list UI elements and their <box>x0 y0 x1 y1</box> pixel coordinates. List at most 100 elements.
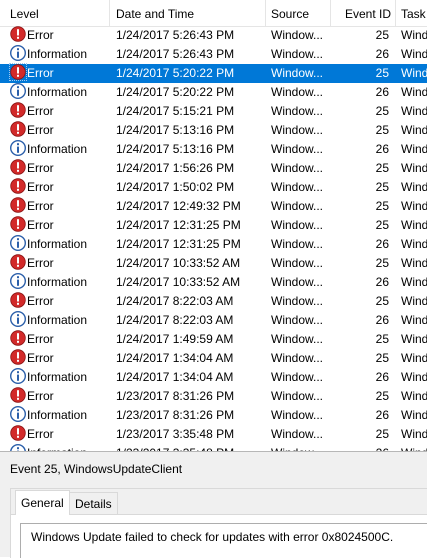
event-source: Window... <box>271 178 323 197</box>
event-level: Information <box>27 311 87 330</box>
event-source: Window... <box>271 83 323 102</box>
event-source: Window... <box>271 216 323 235</box>
tab-general[interactable]: General <box>15 490 70 515</box>
event-row[interactable]: Error1/24/2017 1:34:04 AMWindow...25Wind <box>0 349 427 368</box>
event-source: Window... <box>271 45 323 64</box>
event-level: Error <box>27 387 54 406</box>
event-date-time: 1/24/2017 5:20:22 PM <box>116 64 234 83</box>
event-id: 25 <box>340 64 389 83</box>
event-list[interactable]: Level Date and Time Source Event ID Task… <box>0 0 427 451</box>
event-row[interactable]: Error1/24/2017 5:15:21 PMWindow...25Wind <box>0 102 427 121</box>
tab-general-body: Windows Update failed to check for updat… <box>11 514 427 558</box>
column-header-source[interactable]: Source <box>271 0 309 26</box>
error-icon <box>10 254 26 270</box>
event-row[interactable]: Information1/23/2017 8:31:26 PMWindow...… <box>0 406 427 425</box>
event-source: Window... <box>271 330 323 349</box>
event-id: 26 <box>340 45 389 64</box>
event-id: 26 <box>340 273 389 292</box>
event-row[interactable]: Information1/24/2017 5:20:22 PMWindow...… <box>0 83 427 102</box>
event-source: Window... <box>271 292 323 311</box>
event-description-box[interactable]: Windows Update failed to check for updat… <box>20 523 427 558</box>
event-row[interactable]: Information1/23/2017 3:35:48 PMWindow...… <box>0 444 427 451</box>
column-header-event-id[interactable]: Event ID <box>345 0 391 26</box>
error-icon <box>10 197 26 213</box>
tab-details[interactable]: Details <box>69 492 118 515</box>
event-row[interactable]: Information1/24/2017 10:33:52 AMWindow..… <box>0 273 427 292</box>
detail-tab-container: General Details Windows Update failed to… <box>10 488 427 558</box>
event-source: Window... <box>271 254 323 273</box>
event-row[interactable]: Information1/24/2017 12:31:25 PMWindow..… <box>0 235 427 254</box>
event-level: Error <box>27 197 54 216</box>
event-level: Information <box>27 45 87 64</box>
event-row[interactable]: Information1/24/2017 8:22:03 AMWindow...… <box>0 311 427 330</box>
error-icon <box>10 349 26 365</box>
event-task: Wind <box>401 121 427 140</box>
column-divider[interactable] <box>265 0 266 26</box>
event-task: Wind <box>401 45 427 64</box>
information-icon <box>10 368 26 384</box>
event-row[interactable]: Error1/24/2017 1:50:02 PMWindow...25Wind <box>0 178 427 197</box>
event-row[interactable]: Error1/24/2017 12:31:25 PMWindow...25Win… <box>0 216 427 235</box>
event-detail-pane: Event 25, WindowsUpdateClient General De… <box>0 451 427 557</box>
column-header-date-time[interactable]: Date and Time <box>116 0 194 26</box>
column-divider[interactable] <box>109 0 110 26</box>
information-icon <box>10 406 26 422</box>
event-id: 25 <box>340 178 389 197</box>
event-task: Wind <box>401 406 427 425</box>
event-date-time: 1/24/2017 5:26:43 PM <box>116 45 234 64</box>
event-date-time: 1/24/2017 8:22:03 AM <box>116 292 233 311</box>
event-task: Wind <box>401 311 427 330</box>
event-row[interactable]: Error1/24/2017 12:49:32 PMWindow...25Win… <box>0 197 427 216</box>
event-row[interactable]: Information 1/24/2017 5:26:43 PM Window...… <box>0 45 427 64</box>
event-task: Wind <box>401 83 427 102</box>
event-row[interactable]: Error1/24/2017 1:49:59 AMWindow...25Wind <box>0 330 427 349</box>
event-date-time: 1/23/2017 3:35:48 PM <box>116 444 234 451</box>
event-level: Information <box>27 368 87 387</box>
event-source: Window... <box>271 387 323 406</box>
event-source: Window... <box>271 368 323 387</box>
event-id: 26 <box>340 406 389 425</box>
event-row[interactable]: Information1/24/2017 5:13:16 PMWindow...… <box>0 140 427 159</box>
event-row[interactable]: Information1/24/2017 1:34:04 AMWindow...… <box>0 368 427 387</box>
event-task: Wind <box>401 197 427 216</box>
event-id: 26 <box>340 311 389 330</box>
event-task: Wind <box>401 330 427 349</box>
column-divider[interactable] <box>395 0 396 26</box>
event-id: 26 <box>340 368 389 387</box>
information-icon <box>10 235 26 251</box>
event-date-time: 1/24/2017 1:56:26 PM <box>116 159 234 178</box>
column-header-level[interactable]: Level <box>10 0 39 26</box>
event-date-time: 1/24/2017 5:13:16 PM <box>116 140 234 159</box>
information-icon <box>10 444 26 451</box>
event-row[interactable]: Error1/24/2017 10:33:52 AMWindow...25Win… <box>0 254 427 273</box>
event-source: Window... <box>271 444 323 451</box>
event-row[interactable]: Error1/23/2017 3:35:48 PMWindow...25Wind <box>0 425 427 444</box>
event-level: Error <box>27 26 54 45</box>
event-date-time: 1/24/2017 5:20:22 PM <box>116 83 234 102</box>
error-icon <box>10 425 26 441</box>
event-source: Window... <box>271 64 323 83</box>
event-date-time: 1/24/2017 12:49:32 PM <box>116 197 241 216</box>
event-level: Error <box>27 292 54 311</box>
event-row[interactable]: Error1/24/2017 8:22:03 AMWindow...25Wind <box>0 292 427 311</box>
event-row[interactable]: Error1/24/2017 5:26:43 PMWindow...25Wind <box>0 26 427 45</box>
event-date-time: 1/24/2017 12:31:25 PM <box>116 235 241 254</box>
column-divider[interactable] <box>330 0 331 26</box>
event-task: Wind <box>401 235 427 254</box>
error-icon <box>10 159 26 175</box>
event-row[interactable]: Error1/24/2017 5:13:16 PMWindow...25Wind <box>0 121 427 140</box>
event-task: Wind <box>401 254 427 273</box>
event-row[interactable]: Error1/24/2017 5:20:22 PMWindow...25Wind <box>0 64 427 83</box>
event-id: 25 <box>340 159 389 178</box>
information-icon <box>10 83 26 99</box>
column-header-row: Level Date and Time Source Event ID Task <box>0 0 427 27</box>
event-rows: Error1/24/2017 5:26:43 PMWindow...25Wind… <box>0 26 427 451</box>
event-id: 26 <box>340 235 389 254</box>
event-date-time: 1/23/2017 8:31:26 PM <box>116 387 234 406</box>
column-header-task[interactable]: Task <box>401 0 426 26</box>
event-source: Window... <box>271 140 323 159</box>
event-row[interactable]: Error1/23/2017 8:31:26 PMWindow...25Wind <box>0 387 427 406</box>
error-icon <box>10 26 26 42</box>
error-icon <box>10 292 26 308</box>
event-row[interactable]: Error1/24/2017 1:56:26 PMWindow...25Wind <box>0 159 427 178</box>
